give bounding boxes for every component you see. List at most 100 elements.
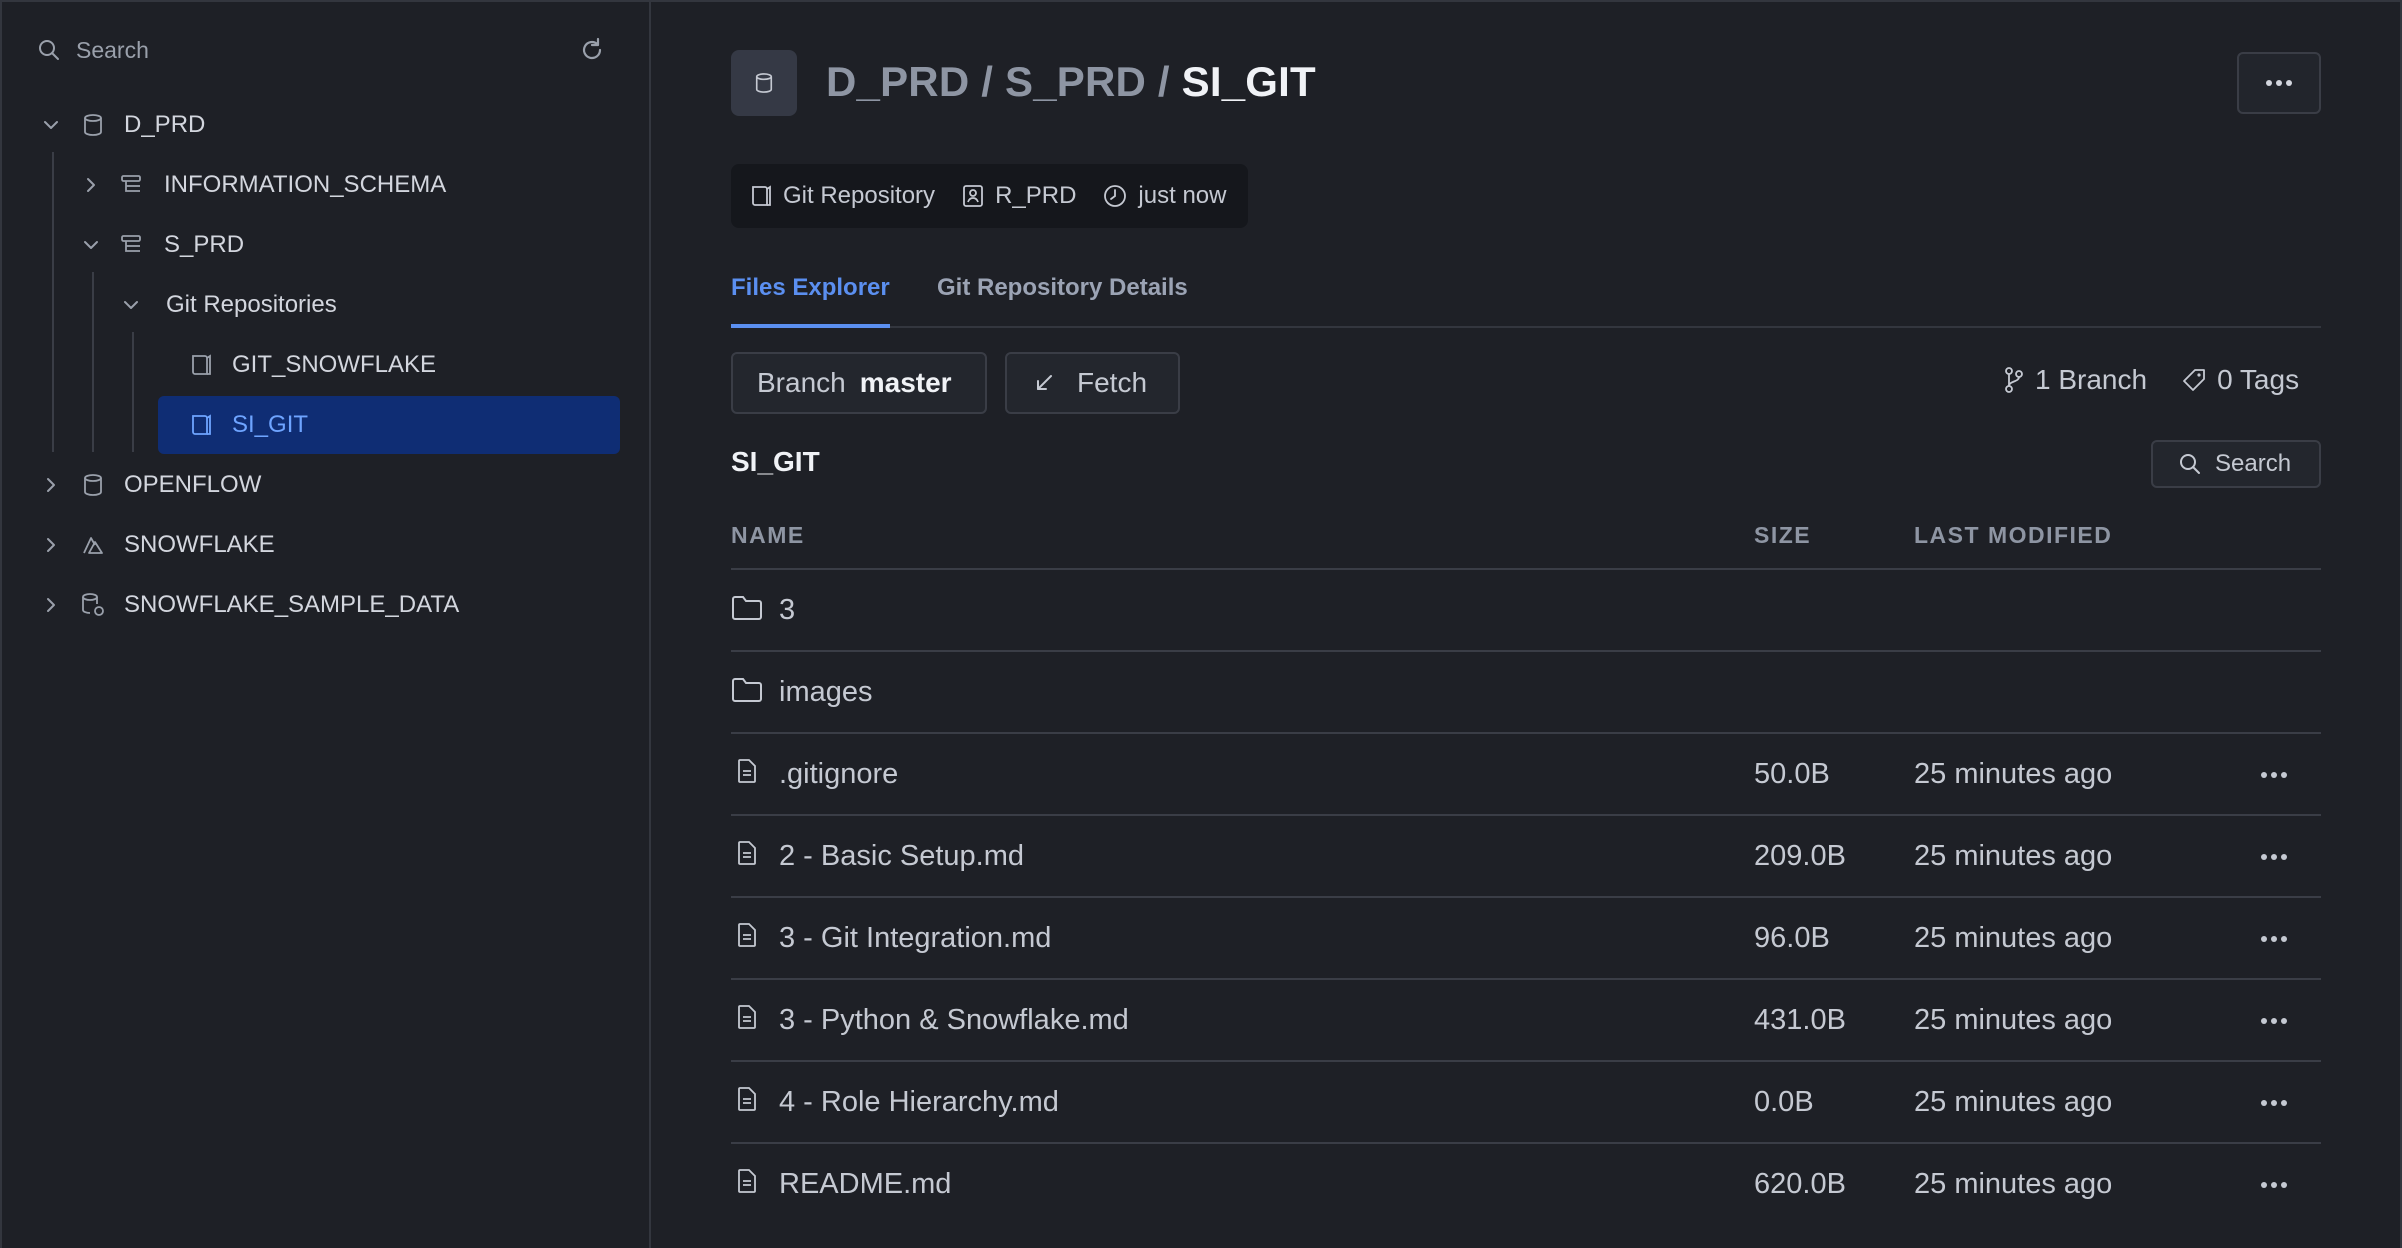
file-modified: 25 minutes ago bbox=[1914, 840, 2113, 872]
fetch-icon bbox=[1033, 372, 1055, 394]
chevron-down-icon[interactable] bbox=[38, 112, 64, 138]
tree-item-openflow[interactable]: OPENFLOW bbox=[38, 459, 261, 511]
meta-time: just now bbox=[1102, 182, 1226, 210]
more-icon[interactable] bbox=[2257, 924, 2291, 954]
database-icon bbox=[78, 470, 108, 500]
file-icon bbox=[737, 1004, 757, 1030]
file-modified: 25 minutes ago bbox=[1914, 922, 2113, 954]
table-row[interactable]: README.md 620.0B 25 minutes ago bbox=[731, 1144, 2321, 1226]
tree-item-git-snowflake[interactable]: GIT_SNOWFLAKE bbox=[158, 339, 620, 391]
table-row[interactable]: .gitignore 50.0B 25 minutes ago bbox=[731, 734, 2321, 816]
more-icon[interactable] bbox=[2257, 760, 2291, 790]
file-name[interactable]: 3 - Python & Snowflake.md bbox=[779, 1004, 1129, 1037]
file-name[interactable]: 3 bbox=[779, 594, 795, 627]
table-row[interactable]: 3 bbox=[731, 570, 2321, 652]
refresh-icon[interactable] bbox=[578, 36, 606, 64]
files-title: SI_GIT bbox=[731, 446, 820, 477]
file-size: 50.0B bbox=[1754, 758, 1830, 790]
object-explorer-sidebar: Search D_PRD INFORMATION_SCHEMA S_PRD Gi… bbox=[0, 0, 651, 1248]
folder-icon bbox=[731, 676, 763, 704]
branch-label: Branch bbox=[757, 367, 846, 398]
search-icon bbox=[2179, 453, 2215, 475]
file-name[interactable]: images bbox=[779, 676, 873, 709]
file-name[interactable]: 4 - Role Hierarchy.md bbox=[779, 1086, 1059, 1119]
meta-time-label: just now bbox=[1138, 182, 1227, 209]
breadcrumb-separator: / bbox=[969, 58, 1005, 105]
more-icon[interactable] bbox=[2257, 1088, 2291, 1118]
breadcrumb-database[interactable]: D_PRD bbox=[826, 58, 969, 105]
branch-selector[interactable]: Branch master bbox=[731, 352, 987, 414]
meta-owner: R_PRD bbox=[961, 182, 1076, 210]
tree-item-git-repositories[interactable]: Git Repositories bbox=[118, 279, 337, 331]
more-actions-button[interactable] bbox=[2237, 52, 2321, 114]
tree-item-d-prd[interactable]: D_PRD bbox=[38, 99, 205, 151]
tree-guide-line bbox=[132, 332, 134, 452]
more-icon[interactable] bbox=[2257, 1170, 2291, 1200]
tags-count-label: 0 Tags bbox=[2217, 364, 2300, 395]
chevron-down-icon[interactable] bbox=[78, 232, 104, 258]
branches-count[interactable]: 1 Branch bbox=[2003, 364, 2147, 396]
column-header-modified[interactable]: LAST MODIFIED bbox=[1914, 522, 2112, 549]
table-row[interactable]: 4 - Role Hierarchy.md 0.0B 25 minutes ag… bbox=[731, 1062, 2321, 1144]
tree-item-si-git[interactable]: SI_GIT bbox=[158, 396, 620, 454]
meta-type-label: Git Repository bbox=[783, 182, 936, 209]
more-icon bbox=[2265, 79, 2293, 87]
files-search-label: Search bbox=[2215, 450, 2292, 477]
snowflake-db-icon bbox=[78, 530, 108, 560]
chevron-right-icon[interactable] bbox=[38, 592, 64, 618]
object-metadata-bar: Git Repository R_PRD just now bbox=[731, 164, 1249, 228]
file-modified: 25 minutes ago bbox=[1914, 1168, 2113, 1200]
table-row[interactable]: 3 - Python & Snowflake.md 431.0B 25 minu… bbox=[731, 980, 2321, 1062]
chevron-down-icon[interactable] bbox=[118, 292, 144, 318]
repo-counts: 1 Branch 0 Tags bbox=[2003, 364, 2299, 396]
git-repo-icon bbox=[749, 183, 783, 209]
file-name[interactable]: .gitignore bbox=[779, 758, 898, 791]
chevron-right-icon[interactable] bbox=[38, 532, 64, 558]
file-name[interactable]: 3 - Git Integration.md bbox=[779, 922, 1051, 955]
tab-git-repository-details[interactable]: Git Repository Details bbox=[937, 274, 1188, 328]
database-badge-icon bbox=[731, 50, 797, 116]
breadcrumb-schema[interactable]: S_PRD bbox=[1005, 58, 1146, 105]
main-panel: D_PRD / S_PRD / SI_GIT Git Repository R_… bbox=[651, 0, 2402, 1248]
column-header-size[interactable]: SIZE bbox=[1754, 522, 1811, 549]
file-size: 0.0B bbox=[1754, 1086, 1814, 1118]
file-icon bbox=[737, 1086, 757, 1112]
database-icon bbox=[78, 110, 108, 140]
breadcrumb-separator: / bbox=[1146, 58, 1182, 105]
column-header-name[interactable]: NAME bbox=[731, 522, 805, 549]
chevron-right-icon[interactable] bbox=[78, 172, 104, 198]
tree-item-snowflake[interactable]: SNOWFLAKE bbox=[38, 519, 275, 571]
table-row[interactable]: 3 - Git Integration.md 96.0B 25 minutes … bbox=[731, 898, 2321, 980]
tree-item-s-prd[interactable]: S_PRD bbox=[78, 219, 244, 271]
file-name[interactable]: README.md bbox=[779, 1168, 951, 1201]
tree-item-label: D_PRD bbox=[124, 111, 206, 138]
breadcrumb-current: SI_GIT bbox=[1181, 58, 1316, 105]
chevron-right-icon[interactable] bbox=[38, 472, 64, 498]
tags-count[interactable]: 0 Tags bbox=[2181, 364, 2299, 396]
tab-bar: Files Explorer Git Repository Details bbox=[731, 264, 2321, 328]
tree-item-label: INFORMATION_SCHEMA bbox=[164, 171, 447, 198]
tab-files-explorer[interactable]: Files Explorer bbox=[731, 274, 890, 328]
tree-item-label: GIT_SNOWFLAKE bbox=[232, 351, 437, 378]
file-icon bbox=[737, 922, 757, 948]
file-name[interactable]: 2 - Basic Setup.md bbox=[779, 840, 1024, 873]
clock-icon bbox=[1102, 183, 1138, 209]
sidebar-search[interactable]: Search bbox=[38, 34, 608, 66]
table-row[interactable]: images bbox=[731, 652, 2321, 734]
files-table-header: NAME SIZE LAST MODIFIED bbox=[731, 510, 2321, 570]
file-icon bbox=[737, 1168, 757, 1194]
file-modified: 25 minutes ago bbox=[1914, 758, 2113, 790]
tag-icon bbox=[2181, 367, 2217, 393]
schema-icon bbox=[118, 170, 148, 200]
fetch-button[interactable]: Fetch bbox=[1005, 352, 1180, 414]
files-search-button[interactable]: Search bbox=[2151, 440, 2321, 488]
tree-item-snowflake-sample-data[interactable]: SNOWFLAKE_SAMPLE_DATA bbox=[38, 579, 459, 631]
tree-item-label: Git Repositories bbox=[166, 291, 337, 318]
meta-owner-label: R_PRD bbox=[995, 182, 1077, 209]
tree-item-information-schema[interactable]: INFORMATION_SCHEMA bbox=[78, 159, 446, 211]
branches-count-label: 1 Branch bbox=[2035, 364, 2148, 395]
more-icon[interactable] bbox=[2257, 842, 2291, 872]
more-icon[interactable] bbox=[2257, 1006, 2291, 1036]
table-row[interactable]: 2 - Basic Setup.md 209.0B 25 minutes ago bbox=[731, 816, 2321, 898]
shared-database-icon bbox=[78, 590, 108, 620]
